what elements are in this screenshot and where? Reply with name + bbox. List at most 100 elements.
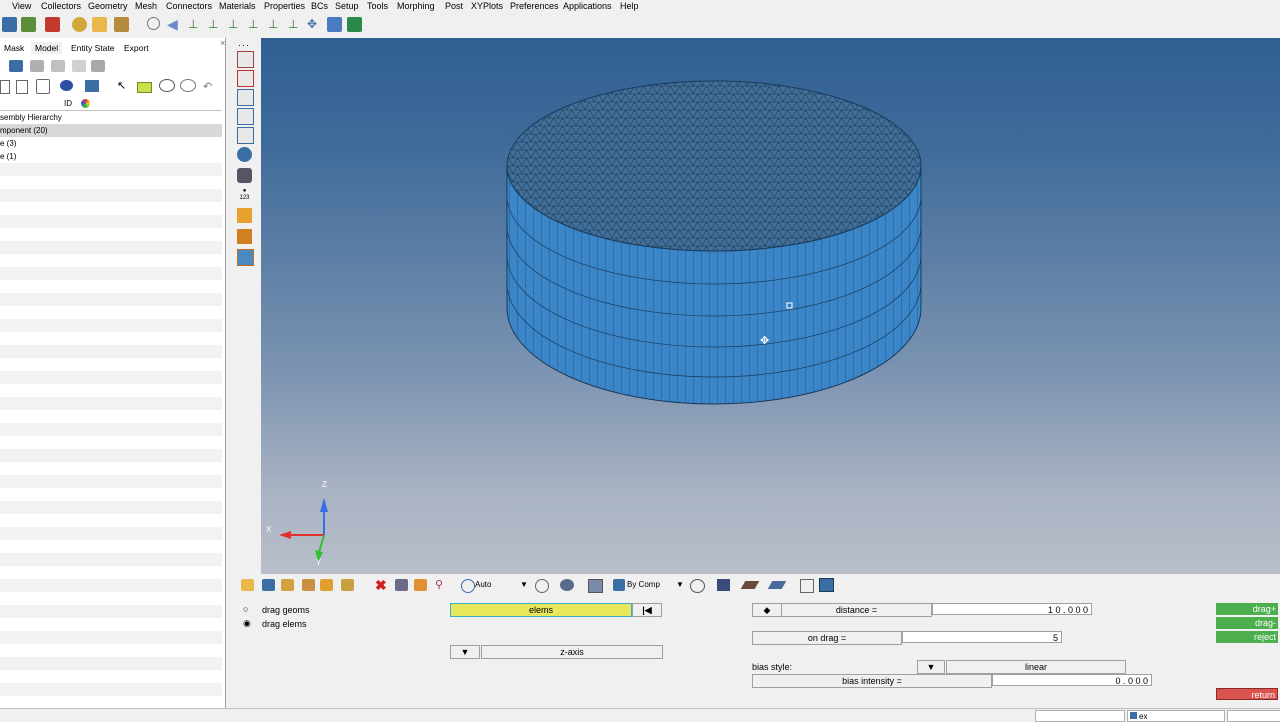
graphics-viewport[interactable]: ✥ Z X Y xyxy=(261,38,1280,574)
menu-setup[interactable]: Setup xyxy=(335,1,359,11)
on-drag-field[interactable]: 5 xyxy=(902,631,1062,643)
menu-help[interactable]: Help xyxy=(620,1,639,11)
folder-view-icon[interactable] xyxy=(281,579,294,591)
chevron-down-icon[interactable]: ▼ xyxy=(450,645,480,659)
menu-view[interactable]: View xyxy=(12,1,31,11)
isolate-icon[interactable] xyxy=(72,60,86,72)
axis-neg-x-icon[interactable]: ⊥ xyxy=(248,17,263,32)
cursor-icon[interactable]: ↖ xyxy=(117,79,126,92)
menu-geometry[interactable]: Geometry xyxy=(88,1,128,11)
back-arrow-icon[interactable]: ◀ xyxy=(167,17,182,32)
label-abc-icon[interactable] xyxy=(237,208,252,223)
color-by-select[interactable]: By Comp xyxy=(627,580,660,589)
reject-button[interactable]: reject xyxy=(1216,631,1278,643)
auto-mode-icon[interactable] xyxy=(461,579,475,593)
wireframe-icon[interactable] xyxy=(690,579,705,593)
view-bottom-icon[interactable] xyxy=(237,147,252,162)
iso-view-icon[interactable]: ✥ xyxy=(307,17,322,32)
more-icon[interactable]: ··· xyxy=(238,40,250,50)
undo-icon[interactable]: ↶ xyxy=(203,80,212,93)
radio-drag-elems[interactable]: ◉ xyxy=(243,618,251,629)
lighting-icon[interactable] xyxy=(560,579,574,591)
capture-icon[interactable] xyxy=(347,17,362,32)
bycomp-icon[interactable] xyxy=(613,579,625,591)
tree-refresh-icon[interactable] xyxy=(36,79,50,94)
return-button[interactable]: return xyxy=(1216,688,1278,700)
axis-z-icon[interactable]: ⊥ xyxy=(228,17,243,32)
menu-properties[interactable]: Properties xyxy=(264,1,305,11)
menu-morphing[interactable]: Morphing xyxy=(397,1,435,11)
settings-icon[interactable] xyxy=(114,17,129,32)
view-front-icon[interactable] xyxy=(237,51,254,68)
direction-selector[interactable]: z-axis xyxy=(481,645,663,659)
menu-applications[interactable]: Applications xyxy=(563,1,612,11)
chevron-down-icon[interactable]: ▼ xyxy=(917,660,945,674)
save-icon[interactable] xyxy=(21,17,36,32)
axis-neg-z-icon[interactable]: ⊥ xyxy=(288,17,303,32)
folder-icon[interactable] xyxy=(92,17,107,32)
reset-selection-button[interactable]: |◀ xyxy=(632,603,662,617)
rotate-mode-icon[interactable] xyxy=(535,579,549,593)
tree-expand-icon[interactable] xyxy=(0,80,10,94)
tree-item-1[interactable]: e (1) xyxy=(0,150,222,163)
tree-item-3[interactable]: e (3) xyxy=(0,137,222,150)
menu-tools[interactable]: Tools xyxy=(367,1,388,11)
view-left-icon[interactable] xyxy=(237,89,254,106)
tab-export[interactable]: Export xyxy=(120,42,153,54)
chevron-down-icon[interactable]: ▼ xyxy=(676,580,684,589)
layout-icon[interactable] xyxy=(800,579,814,593)
axis-y-icon[interactable]: ⊥ xyxy=(208,17,223,32)
component-icon[interactable] xyxy=(9,60,23,72)
view-back-icon[interactable] xyxy=(237,70,254,87)
mesh-shaded-icon[interactable] xyxy=(717,579,730,591)
toggle-icon[interactable]: ◆ xyxy=(752,603,782,617)
group-icon[interactable] xyxy=(341,579,354,591)
tab-model[interactable]: Model xyxy=(31,42,63,54)
bias-intensity-field[interactable]: 0 . 0 0 0 xyxy=(992,674,1152,686)
tab-entity-state[interactable]: Entity State xyxy=(67,42,118,54)
drag-minus-button[interactable]: drag- xyxy=(1216,617,1278,629)
user-icon[interactable] xyxy=(72,17,87,32)
tree-item-assembly[interactable]: sembly Hierarchy xyxy=(0,111,222,124)
menu-collectors[interactable]: Collectors xyxy=(41,1,81,11)
bias-style-selector[interactable]: linear xyxy=(946,660,1126,674)
rotate-icon[interactable] xyxy=(237,168,252,183)
menu-xyplots[interactable]: XYPlots xyxy=(471,1,503,11)
tree-collapse-icon[interactable] xyxy=(16,80,28,94)
camera-icon[interactable] xyxy=(327,17,342,32)
menu-materials[interactable]: Materials xyxy=(219,1,256,11)
hide-icon[interactable] xyxy=(91,60,105,72)
box-shade-icon[interactable] xyxy=(588,579,603,593)
menu-bcs[interactable]: BCs xyxy=(311,1,328,11)
zoom-icon[interactable] xyxy=(147,17,160,30)
menu-connectors[interactable]: Connectors xyxy=(166,1,212,11)
shaded-icon[interactable] xyxy=(262,579,275,591)
numbering-icon[interactable]: ● 123 xyxy=(237,188,252,203)
tab-mask[interactable]: Mask xyxy=(0,42,28,54)
box-icon[interactable] xyxy=(85,80,99,92)
tree-structure-icon[interactable]: ⚲ xyxy=(435,578,443,591)
axis-neg-y-icon[interactable]: ⊥ xyxy=(268,17,283,32)
solid-view-icon[interactable] xyxy=(60,80,73,91)
radio-drag-elems-label[interactable]: drag elems xyxy=(262,619,307,629)
menu-preferences[interactable]: Preferences xyxy=(510,1,559,11)
component-view-icon[interactable] xyxy=(241,579,254,591)
import-icon[interactable] xyxy=(45,17,60,32)
pack-icon[interactable] xyxy=(414,579,427,591)
axis-x-icon[interactable]: ⊥ xyxy=(188,17,203,32)
color-wheel-icon[interactable] xyxy=(81,99,90,108)
label-abc-2-icon[interactable] xyxy=(237,229,252,244)
close-icon[interactable]: × xyxy=(220,38,225,48)
distance-field[interactable]: 1 0 . 0 0 0 xyxy=(932,603,1092,615)
chevron-down-icon[interactable]: ▼ xyxy=(520,580,528,589)
eye-icon[interactable] xyxy=(159,79,175,92)
column-id[interactable]: ID xyxy=(64,99,72,108)
view-right-icon[interactable] xyxy=(237,108,254,125)
drag-plus-button[interactable]: drag+ xyxy=(1216,603,1278,615)
cube-icon[interactable] xyxy=(395,579,408,591)
radio-drag-geoms[interactable]: ○ xyxy=(243,604,248,614)
monitor-icon[interactable] xyxy=(819,578,834,592)
mesh-cylinder[interactable]: ✥ xyxy=(261,38,1280,574)
assembly-view-icon[interactable] xyxy=(302,579,315,591)
menu-post[interactable]: Post xyxy=(445,1,463,11)
